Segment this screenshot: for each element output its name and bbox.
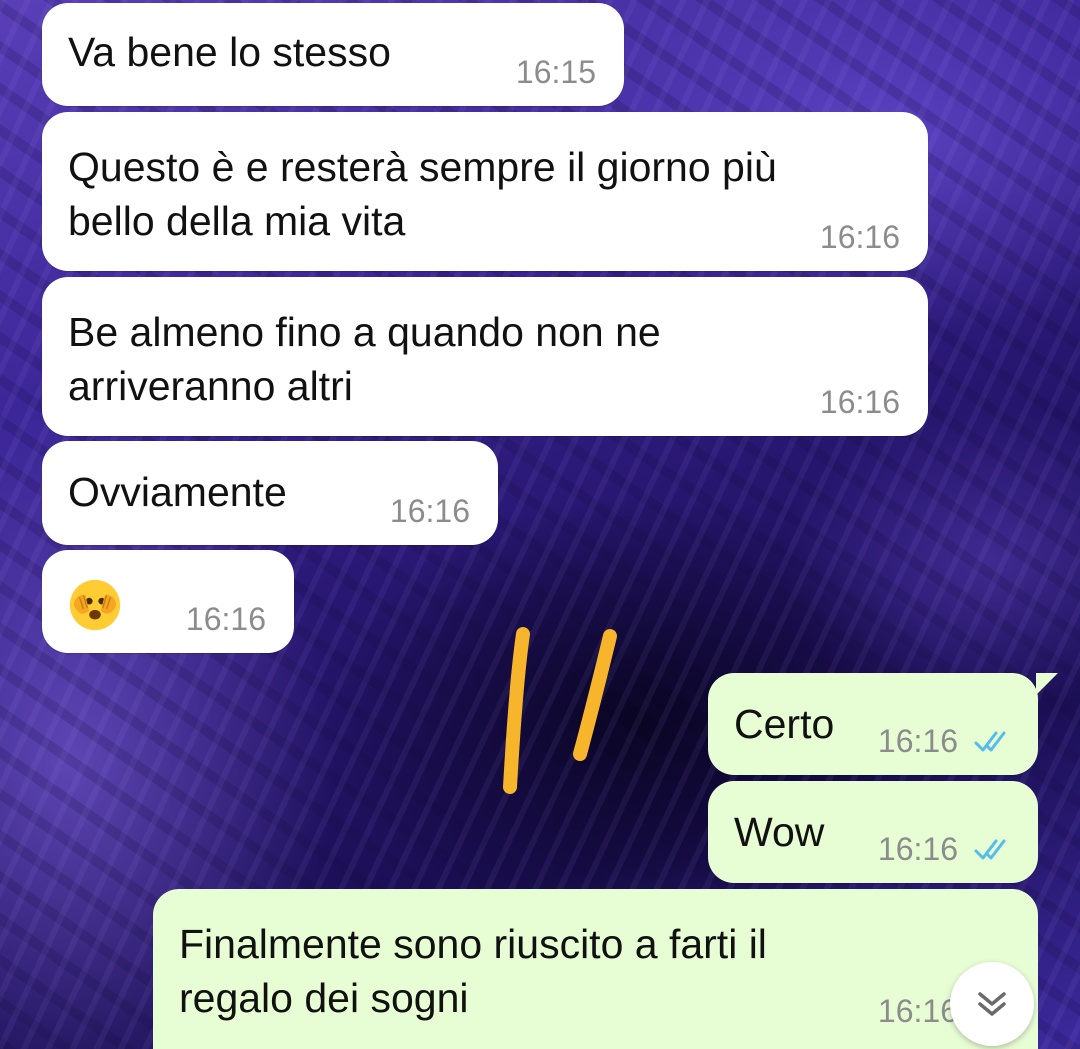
message-time: 16:16 xyxy=(389,493,470,529)
message-bubble-outgoing[interactable]: Finalmente sono riuscito a farti il rega… xyxy=(153,889,1038,1049)
double-check-read-icon xyxy=(974,731,1006,752)
message-text: Questo è e resterà sempre il giorno più … xyxy=(68,144,777,244)
face-with-open-eyes-and-hand-over-mouth-emoji xyxy=(69,579,121,631)
message-time: 16:16 xyxy=(185,601,266,637)
message-text: Be almeno fino a quando non ne arriveran… xyxy=(68,309,661,409)
scroll-to-bottom-button[interactable] xyxy=(950,962,1034,1046)
double-check-read-icon xyxy=(974,839,1006,860)
message-time: 16:16 xyxy=(877,831,958,867)
double-chevron-down-icon xyxy=(978,992,1006,1016)
message-text: Wow xyxy=(734,809,825,855)
message-bubble-incoming[interactable]: Questo è e resterà sempre il giorno più … xyxy=(42,112,928,271)
message-text: Certo xyxy=(734,701,835,747)
message-bubble-outgoing[interactable]: Wow 16:16 xyxy=(708,781,1038,883)
message-time: 16:15 xyxy=(515,54,596,90)
scribble-annotation xyxy=(503,627,617,794)
message-time: 16:16 xyxy=(877,993,958,1029)
message-bubble-outgoing[interactable]: Certo 16:16 xyxy=(708,673,1058,775)
message-bubble-incoming[interactable]: Va bene lo stesso 16:15 xyxy=(42,3,624,106)
message-time: 16:16 xyxy=(877,723,958,759)
message-time: 16:16 xyxy=(819,384,900,420)
bubble-tail xyxy=(1036,673,1058,695)
message-bubble-incoming[interactable]: 16:16 xyxy=(42,550,294,653)
message-bubble-incoming[interactable]: Be almeno fino a quando non ne arriveran… xyxy=(42,277,928,436)
message-bubble-incoming[interactable]: Ovviamente 16:16 xyxy=(42,441,498,545)
message-time: 16:16 xyxy=(819,219,900,255)
